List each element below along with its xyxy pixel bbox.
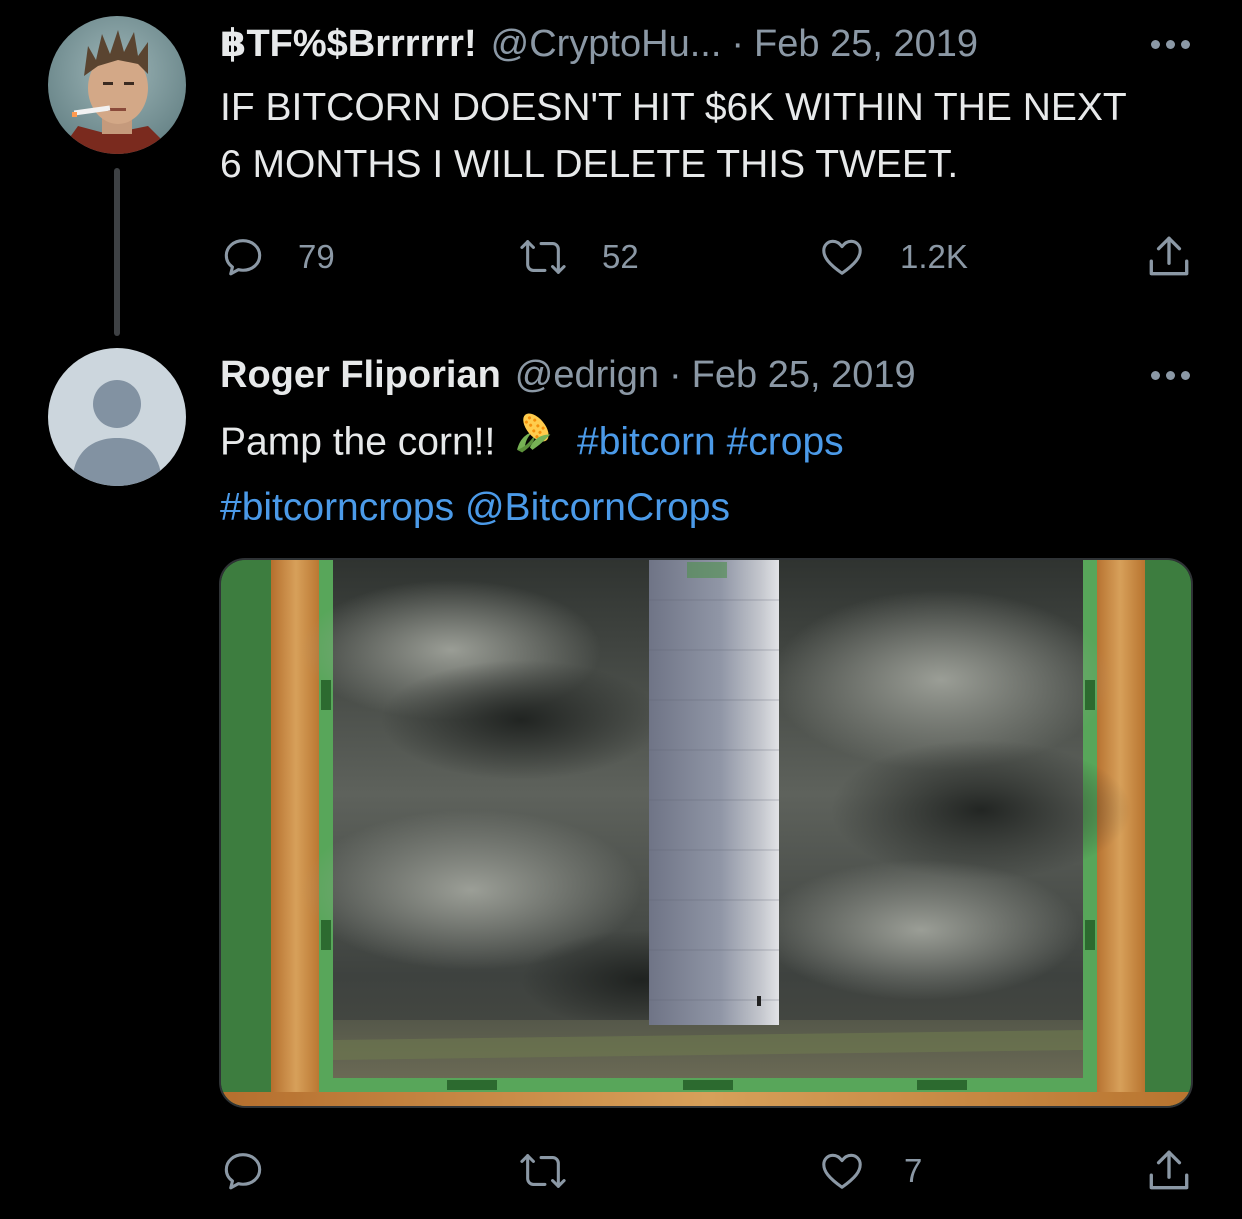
- more-options-icon[interactable]: [1151, 19, 1190, 69]
- reply-icon: [224, 239, 262, 276]
- user-avatar[interactable]: [48, 16, 186, 154]
- tweet-date[interactable]: Feb 25, 2019: [754, 19, 978, 69]
- heart-icon: [822, 239, 862, 275]
- tweet-text-line-2: #bitcorncrops @BitcornCrops: [220, 479, 1200, 536]
- reply-icon: [224, 1153, 262, 1190]
- retweet-icon: [520, 1154, 566, 1188]
- tweet-1[interactable]: ฿TF%$Brrrrrr! @CryptoHu... · Feb 25, 201…: [0, 0, 1242, 336]
- retweet-count: 52: [602, 238, 639, 275]
- silo-card-image: [221, 560, 1191, 1106]
- default-profile-avatar-icon: [48, 348, 186, 486]
- more-options-icon[interactable]: [1151, 350, 1190, 400]
- tweet-text-prefix: Pamp the corn!!: [220, 420, 496, 464]
- share-icon: [1149, 1150, 1189, 1190]
- tweet-media-image[interactable]: [219, 558, 1193, 1108]
- tweet-text: Pamp the corn!! #bitcorn #crops #bitcorn…: [220, 409, 1200, 536]
- hashtag-bitcorn-link[interactable]: #bitcorn: [577, 420, 716, 463]
- tweet-header: ฿TF%$Brrrrrr! @CryptoHu... · Feb 25, 201…: [220, 19, 978, 69]
- tweet-text: IF BITCORN DOESN'T HIT $6K WITHIN THE NE…: [220, 79, 1200, 193]
- like-count: 1.2K: [900, 238, 968, 275]
- separator-dot: ·: [731, 23, 745, 65]
- like-count: 7: [904, 1152, 923, 1189]
- display-name[interactable]: ฿TF%$Brrrrrr!: [220, 19, 477, 69]
- tweet-text-line-2: 6 MONTHS I WILL DELETE THIS TWEET.: [220, 143, 959, 186]
- reply-button[interactable]: [220, 1146, 298, 1196]
- profile-photo-image: [48, 16, 186, 154]
- share-button[interactable]: [1144, 232, 1194, 282]
- tweet-actions: 79 52 1.2K: [0, 232, 1242, 282]
- mention-bitcorncrops-link[interactable]: @BitcornCrops: [465, 486, 730, 529]
- user-avatar[interactable]: [48, 348, 186, 486]
- share-button[interactable]: [1144, 1146, 1194, 1196]
- like-button[interactable]: 1.2K: [818, 232, 968, 282]
- retweet-button[interactable]: 52: [516, 232, 639, 282]
- retweet-icon: [520, 240, 566, 274]
- separator-dot: ·: [669, 354, 682, 396]
- reply-button[interactable]: 79: [220, 232, 335, 282]
- tweet-actions: 7: [0, 1146, 1242, 1196]
- tweet-date[interactable]: Feb 25, 2019: [692, 350, 916, 400]
- heart-icon: [822, 1153, 862, 1189]
- user-handle[interactable]: @CryptoHu...: [491, 19, 722, 69]
- tweet-text-line-1: IF BITCORN DOESN'T HIT $6K WITHIN THE NE…: [220, 86, 1127, 129]
- hashtag-bitcorncrops-link[interactable]: #bitcorncrops: [220, 486, 454, 529]
- hashtag-crops-link[interactable]: #crops: [727, 420, 844, 463]
- retweet-button[interactable]: [516, 1146, 602, 1196]
- share-icon: [1149, 236, 1189, 276]
- tweet-header: Roger Fliporian @edrign · Feb 25, 2019: [220, 350, 916, 400]
- display-name[interactable]: Roger Fliporian: [220, 350, 501, 400]
- user-handle[interactable]: @edrign: [515, 350, 659, 400]
- like-button[interactable]: 7: [818, 1146, 922, 1196]
- reply-count: 79: [298, 238, 335, 275]
- tweet-text-line-1: Pamp the corn!! #bitcorn #crops: [220, 409, 1200, 479]
- corn-emoji-icon: [512, 409, 558, 471]
